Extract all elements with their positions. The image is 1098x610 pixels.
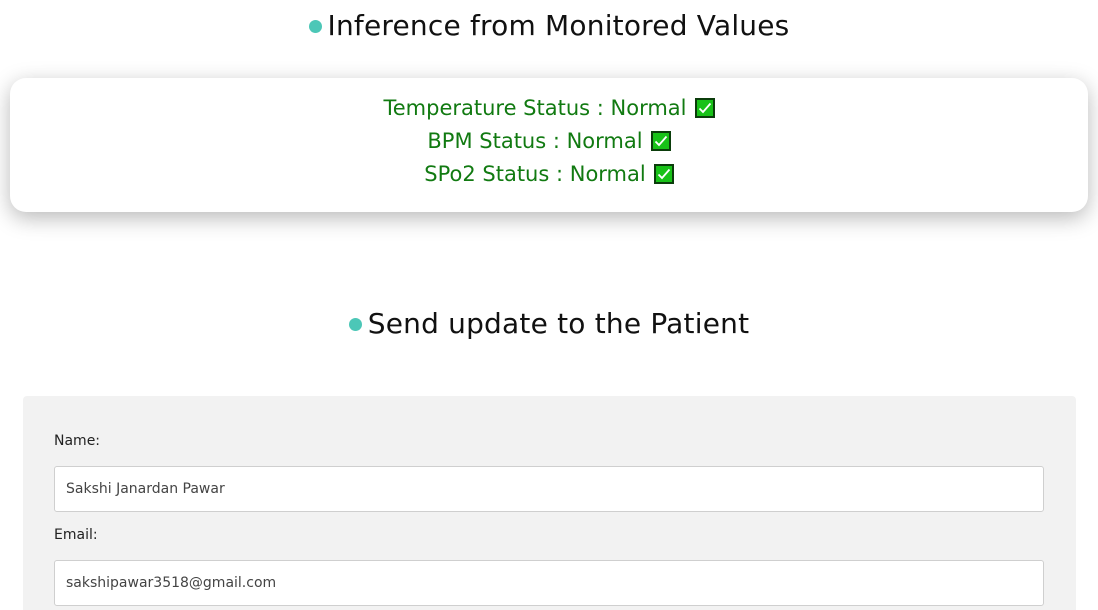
temperature-status: Temperature Status : Normal: [10, 93, 1088, 123]
email-input[interactable]: [54, 560, 1044, 606]
bullet-dot-icon: [308, 19, 322, 33]
check-box-icon: [650, 131, 671, 151]
temperature-status-text: Temperature Status : Normal: [383, 96, 687, 120]
check-box-icon: [653, 164, 674, 184]
email-label: Email:: [54, 527, 98, 543]
bpm-status: BPM Status : Normal: [10, 126, 1088, 156]
name-input[interactable]: [54, 466, 1044, 512]
bullet-dot-icon: [348, 317, 362, 331]
send-update-heading-text: Send update to the Patient: [367, 306, 750, 340]
send-update-heading: Send update to the Patient: [0, 302, 1098, 344]
page: Inference from Monitored Values Temperat…: [0, 0, 1098, 610]
spo2-status: SPo2 Status : Normal: [10, 159, 1088, 189]
inference-heading-text: Inference from Monitored Values: [327, 8, 790, 42]
inference-heading: Inference from Monitored Values: [0, 4, 1098, 46]
status-card: Temperature Status : Normal BPM Status :…: [10, 78, 1088, 212]
update-form: Name: Email:: [23, 396, 1076, 610]
check-box-icon: [694, 98, 715, 118]
name-label: Name:: [54, 433, 101, 449]
spo2-status-text: SPo2 Status : Normal: [424, 162, 646, 186]
bpm-status-text: BPM Status : Normal: [427, 129, 643, 153]
